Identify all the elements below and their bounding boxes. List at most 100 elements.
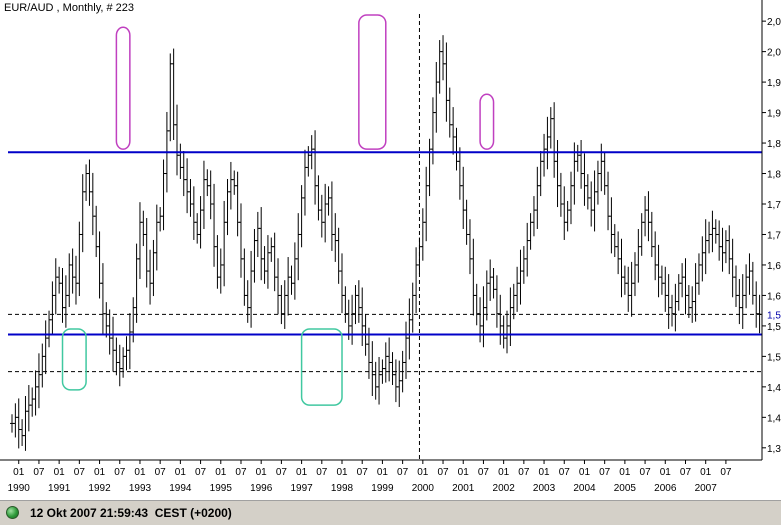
x-year-label: 2005 bbox=[614, 483, 637, 494]
ohlc-bar bbox=[690, 286, 695, 323]
ohlc-bar bbox=[491, 268, 496, 299]
ohlc-bar bbox=[178, 143, 183, 180]
x-month-label: 01 bbox=[498, 467, 510, 478]
y-tick-label: 1,5000 bbox=[767, 352, 781, 363]
ohlc-bar bbox=[430, 97, 435, 165]
ohlc-bar bbox=[60, 268, 65, 323]
ohlc-bar bbox=[619, 238, 624, 298]
x-month-label: 07 bbox=[518, 467, 530, 478]
price-chart[interactable]: 2,0500 2,0000 1,9500 1,9000 1,8500 1,8000 1,75… bbox=[0, 0, 781, 500]
x-year-label: 2004 bbox=[573, 483, 596, 494]
ohlc-bar bbox=[713, 219, 718, 244]
ohlc-bar bbox=[542, 133, 547, 177]
x-month-label: 07 bbox=[276, 467, 288, 478]
ohlc-bar bbox=[484, 270, 489, 321]
ohlc-bar bbox=[316, 175, 321, 221]
ohlc-bar bbox=[195, 213, 200, 244]
x-year-label: 1997 bbox=[290, 483, 313, 494]
ohlc-bar bbox=[494, 275, 499, 328]
ohlc-bar bbox=[265, 235, 270, 289]
ohlc-bar bbox=[659, 265, 664, 295]
ohlc-bar bbox=[528, 213, 533, 250]
ohlc-bar bbox=[710, 210, 715, 253]
ohlc-bar bbox=[387, 337, 392, 382]
ohlc-bar bbox=[313, 130, 318, 205]
status-date-time: 12 Okt 2007 21:59:43 bbox=[30, 506, 149, 520]
ohlc-bar bbox=[70, 248, 75, 294]
ohlc-bar bbox=[127, 313, 132, 370]
ohlc-bar bbox=[121, 347, 126, 378]
y-tick-label: 1,9000 bbox=[767, 109, 781, 120]
ohlc-bar bbox=[616, 231, 621, 275]
ohlc-bar bbox=[602, 152, 607, 195]
ohlc-bar bbox=[397, 360, 402, 407]
ohlc-bar bbox=[599, 143, 604, 192]
x-month-label: 01 bbox=[700, 467, 712, 478]
x-year-label: 1994 bbox=[169, 483, 192, 494]
ohlc-bar bbox=[457, 147, 462, 200]
ohlc-bar bbox=[319, 194, 324, 238]
ohlc-bar bbox=[84, 164, 89, 201]
ohlc-bar bbox=[148, 249, 153, 305]
y-tick-label: 1,6500 bbox=[767, 261, 781, 272]
ohlc-bar bbox=[353, 285, 358, 325]
ohlc-bar bbox=[383, 342, 388, 383]
ohlc-bar bbox=[33, 370, 38, 416]
x-year-label: 1996 bbox=[250, 483, 273, 494]
x-month-label: 07 bbox=[114, 467, 126, 478]
ohlc-bar bbox=[329, 181, 334, 251]
x-month-label: 01 bbox=[538, 467, 550, 478]
ohlc-bar bbox=[518, 249, 523, 305]
ohlc-bar bbox=[649, 211, 654, 258]
ohlc-bar bbox=[538, 150, 543, 197]
ohlc-bar bbox=[437, 40, 442, 94]
ohlc-bar bbox=[289, 265, 294, 295]
ohlc-bar bbox=[238, 203, 243, 278]
ohlc-bar bbox=[454, 127, 459, 171]
ohlc-bar bbox=[595, 160, 600, 205]
x-month-label: 01 bbox=[296, 467, 308, 478]
ohlc-bar bbox=[612, 224, 617, 258]
ohlc-bar bbox=[259, 207, 264, 281]
ohlc-bar bbox=[171, 48, 176, 140]
chart-panel[interactable]: EUR/AUD , Monthly, # 223 2,05002,00001,9… bbox=[0, 0, 781, 500]
x-month-label: 07 bbox=[437, 467, 449, 478]
x-month-label: 01 bbox=[175, 467, 187, 478]
y-tick-label: 2,0500 bbox=[767, 17, 781, 28]
ohlc-bar bbox=[478, 297, 483, 343]
ohlc-bar bbox=[97, 231, 102, 299]
x-month-label: 01 bbox=[458, 467, 470, 478]
ohlc-bar bbox=[673, 283, 678, 332]
ohlc-bar bbox=[451, 107, 456, 155]
x-year-label: 1991 bbox=[48, 483, 71, 494]
ohlc-bar bbox=[225, 179, 230, 236]
ohlc-bar bbox=[474, 283, 479, 326]
x-year-label: 1992 bbox=[88, 483, 111, 494]
ohlc-bar bbox=[498, 294, 503, 345]
ohlc-bar bbox=[114, 337, 119, 376]
x-month-label: 07 bbox=[357, 467, 369, 478]
ohlc-bar bbox=[26, 385, 31, 432]
status-timezone: CEST (+0200) bbox=[154, 506, 232, 520]
ohlc-bar bbox=[552, 102, 557, 178]
ohlc-bar bbox=[666, 274, 671, 329]
y-tick-label: 1,5500 bbox=[767, 322, 781, 333]
ohlc-bar bbox=[181, 150, 186, 197]
highlight-peak-1992 bbox=[115, 26, 131, 150]
ohlc-bar bbox=[100, 263, 105, 334]
status-bar: 12 Okt 2007 21:59:43 CEST (+0200) bbox=[0, 500, 781, 525]
ohlc-bar bbox=[723, 230, 728, 264]
ohlc-bar bbox=[144, 218, 149, 288]
ohlc-bar bbox=[90, 172, 95, 236]
ohlc-bar bbox=[585, 174, 590, 210]
ohlc-bar bbox=[750, 261, 755, 305]
highlight-trough-1991 bbox=[61, 328, 87, 391]
ohlc-bar bbox=[670, 294, 675, 327]
ohlc-bar bbox=[175, 104, 180, 176]
ohlc-bar bbox=[609, 197, 614, 254]
ohlc-bar bbox=[168, 53, 173, 142]
ohlc-bar bbox=[683, 258, 688, 315]
x-month-label: 07 bbox=[680, 467, 692, 478]
ohlc-bar bbox=[414, 247, 419, 314]
ohlc-bar bbox=[727, 225, 732, 275]
